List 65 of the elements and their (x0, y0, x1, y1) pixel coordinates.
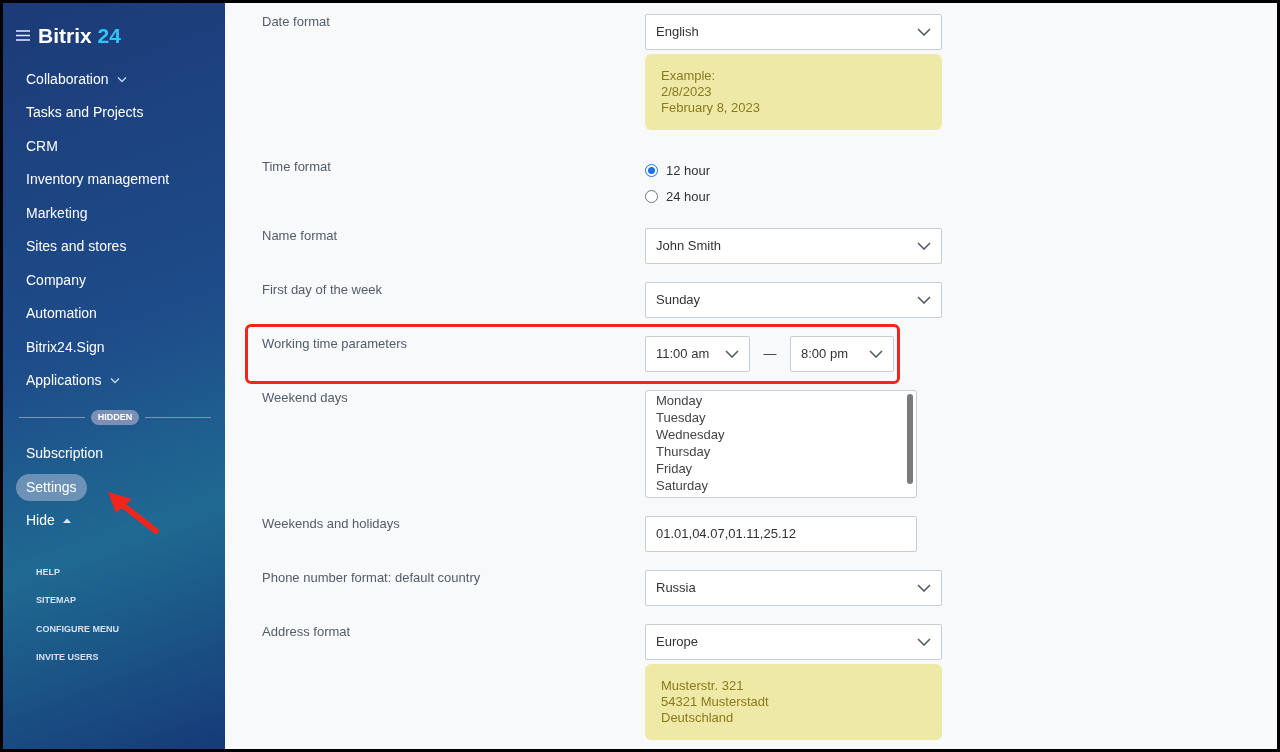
setting-label: Address format (262, 624, 352, 641)
setting-label: Name format (262, 228, 339, 245)
note-line: Example: (661, 68, 717, 84)
sidebar-item[interactable]: Company (16, 266, 96, 294)
list-option[interactable]: Wednesday (656, 426, 906, 443)
footer-link[interactable]: CONFIGURE MENU (36, 622, 225, 636)
setting-label: First day of the week (262, 282, 383, 299)
menu-icon[interactable] (16, 30, 30, 42)
chevron-down-icon (917, 584, 931, 592)
radio-button[interactable] (645, 189, 658, 203)
setting-label: Weekends and holidays (262, 516, 401, 533)
hidden-badge: HIDDEN (90, 409, 140, 425)
note-line: Musterstr. 321 (661, 678, 745, 694)
select-field[interactable]: Europe (645, 624, 942, 660)
sidebar-item[interactable]: Applications (16, 367, 130, 395)
chevron-down-icon (917, 242, 931, 250)
sidebar-item[interactable]: Inventory management (16, 166, 180, 194)
sidebar-item[interactable]: Collaboration (16, 65, 137, 93)
select-field[interactable]: John Smith (645, 228, 942, 264)
sidebar-item[interactable]: Tasks and Projects (16, 99, 154, 127)
chevron-down-icon (917, 296, 931, 304)
footer-link[interactable]: HELP (36, 565, 225, 579)
chevron-down-icon (109, 377, 120, 385)
radio-label: 24 hour (666, 187, 711, 206)
sidebar-item[interactable]: CRM (16, 132, 68, 160)
list-option[interactable]: Saturday (656, 477, 906, 494)
weekend-days-list[interactable]: Monday Tuesday Wednesday Thursday Friday Saturday (645, 390, 917, 498)
caret-up-icon (62, 517, 71, 524)
input-field[interactable]: 01.01,04.07,01.11,25.12 (645, 516, 917, 552)
sidebar-item[interactable]: Subscription (16, 440, 114, 468)
footer-link[interactable]: INVITE USERS (36, 651, 225, 665)
chevron-down-icon (725, 350, 739, 358)
sidebar-item[interactable]: Hide (16, 507, 81, 535)
select-field[interactable]: English (645, 14, 942, 50)
setting-label: Weekend days (262, 390, 349, 407)
note-line: Deutschland (661, 710, 735, 726)
note-line: 54321 Musterstadt (661, 694, 770, 710)
sidebar-item[interactable]: Marketing (16, 199, 98, 227)
list-option[interactable]: Friday (656, 460, 906, 477)
scrollbar-thumb[interactable] (907, 394, 913, 484)
list-option[interactable]: Monday (656, 392, 906, 409)
footer-link[interactable]: SITEMAP (36, 594, 225, 608)
note-line: 2/8/2023 (661, 84, 713, 100)
setting-label: Phone number format: default country (262, 570, 482, 587)
time-select[interactable]: 8:00 pm (790, 336, 894, 372)
setting-label: Time format (262, 159, 332, 176)
time-select[interactable]: 11:00 am (645, 336, 750, 372)
setting-label: Date format (262, 14, 331, 31)
sidebar-item[interactable]: Sites and stores (16, 233, 137, 261)
logo: Bitrix 24 (38, 23, 121, 49)
list-option[interactable]: Tuesday (656, 409, 906, 426)
list-option[interactable]: Thursday (656, 443, 906, 460)
chevron-down-icon (116, 75, 127, 83)
sidebar-item[interactable]: Bitrix24.Sign (16, 333, 115, 361)
select-field[interactable]: Sunday (645, 282, 942, 318)
sidebar-item[interactable]: Automation (16, 300, 107, 328)
radio-label: 12 hour (666, 162, 711, 180)
setting-label: Working time parameters (262, 336, 408, 353)
dash-separator: — (762, 345, 778, 364)
radio-button[interactable] (645, 164, 658, 178)
chevron-down-icon (917, 28, 931, 36)
chevron-down-icon (917, 638, 931, 646)
select-field[interactable]: Russia (645, 570, 942, 606)
chevron-down-icon (869, 350, 883, 358)
note-line: February 8, 2023 (661, 100, 761, 116)
